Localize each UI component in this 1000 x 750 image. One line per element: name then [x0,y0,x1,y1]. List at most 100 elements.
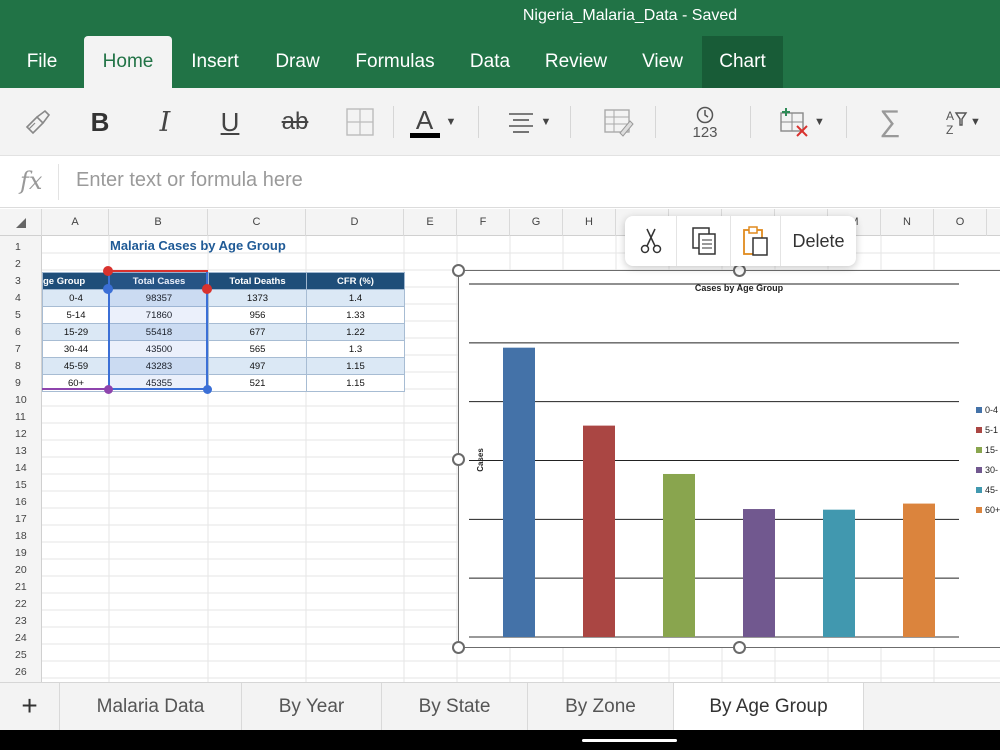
col-header[interactable]: B [109,209,208,236]
col-header[interactable]: A [42,209,109,236]
home-indicator[interactable] [582,739,677,742]
row-header[interactable]: 4 [0,290,41,307]
chart-resize-handle[interactable] [733,641,746,654]
chart-resize-handle[interactable] [452,264,465,277]
cell-total-cases[interactable]: 55418 [109,323,209,341]
sheet-tab-by-age-group[interactable]: By Age Group [674,683,864,730]
italic-icon[interactable]: I [145,102,185,142]
chart-resize-handle[interactable] [452,641,465,654]
sheet-tab-by-zone[interactable]: By Zone [528,683,674,730]
cell-cfr[interactable]: 1.15 [306,374,405,392]
cell-age-group[interactable]: 30-44 [42,340,110,358]
row-header[interactable]: 25 [0,647,41,664]
col-header[interactable]: G [510,209,563,236]
cell-total-deaths[interactable]: 956 [208,306,307,324]
bold-icon[interactable]: B [80,102,120,142]
header-total-cases[interactable]: Total Cases [109,272,209,290]
row-header[interactable]: 16 [0,494,41,511]
header-age-group[interactable]: ge Group [42,272,110,290]
row-header[interactable]: 12 [0,426,41,443]
cell-styles-icon[interactable] [598,102,638,142]
cell-cfr[interactable]: 1.3 [306,340,405,358]
copy-icon[interactable] [677,216,731,266]
chart-bar-30-44[interactable] [743,509,775,637]
sheet-tab-by-year[interactable]: By Year [242,683,382,730]
tab-formulas[interactable]: Formulas [345,36,445,88]
format-painter-icon[interactable] [18,102,58,142]
sort-filter-icon[interactable]: AZ ▼ [935,102,990,142]
cell-age-group[interactable]: 45-59 [42,357,110,375]
chart-bar-15-29[interactable] [663,473,695,637]
col-header[interactable]: E [404,209,457,236]
select-all-corner[interactable] [0,209,42,236]
strikethrough-icon[interactable]: ab [273,102,317,142]
cell-cfr[interactable]: 1.4 [306,289,405,307]
cell-total-cases[interactable]: 45355 [109,374,209,392]
delete-menu-item[interactable]: Delete [781,216,856,266]
scissors-icon[interactable] [625,216,677,266]
row-header[interactable]: 2 [0,256,41,273]
paste-icon[interactable] [731,216,781,266]
cell-total-cases[interactable]: 43283 [109,357,209,375]
tab-draw[interactable]: Draw [265,36,330,88]
col-header[interactable]: C [208,209,306,236]
row-header[interactable]: 18 [0,528,41,545]
cell-cfr[interactable]: 1.33 [306,306,405,324]
tab-review[interactable]: Review [535,36,617,88]
row-header[interactable]: 19 [0,545,41,562]
sheet-title[interactable]: Malaria Cases by Age Group [110,238,286,253]
tab-view[interactable]: View [630,36,695,88]
fx-icon[interactable]: fx [20,167,42,195]
number-format-icon[interactable]: 123 [680,102,730,142]
row-header[interactable]: 10 [0,392,41,409]
cell-total-deaths[interactable]: 497 [208,357,307,375]
tab-file[interactable]: File [12,36,72,88]
insert-delete-cells-icon[interactable]: ▼ [772,102,830,142]
underline-icon[interactable]: U [210,102,250,142]
col-header[interactable]: F [457,209,510,236]
row-header[interactable]: 6 [0,324,41,341]
chart-object[interactable]: Cases by Age Group Cases 0-4 5-1 15- 30- 45-… [458,270,1000,648]
tab-chart[interactable]: Chart [702,36,783,88]
cell-total-deaths[interactable]: 565 [208,340,307,358]
row-header[interactable]: 23 [0,613,41,630]
header-cfr[interactable]: CFR (%) [306,272,405,290]
row-header[interactable]: 17 [0,511,41,528]
row-header[interactable]: 3 [0,273,41,290]
row-header[interactable]: 13 [0,443,41,460]
row-header[interactable]: 26 [0,664,41,681]
tab-insert[interactable]: Insert [180,36,250,88]
cell-total-cases[interactable]: 71860 [109,306,209,324]
row-header[interactable]: 9 [0,375,41,392]
borders-icon[interactable] [340,102,380,142]
cell-total-cases[interactable]: 43500 [109,340,209,358]
selection-handle[interactable] [103,284,113,294]
col-header[interactable]: O [934,209,987,236]
row-header[interactable]: 15 [0,477,41,494]
col-header[interactable]: D [306,209,404,236]
row-header[interactable]: 21 [0,579,41,596]
chart-bar-60+[interactable] [903,503,935,637]
selection-handle[interactable] [202,284,212,294]
row-header[interactable]: 11 [0,409,41,426]
row-header[interactable]: 24 [0,630,41,647]
chart-bar-45-59[interactable] [823,509,855,637]
row-header[interactable]: 5 [0,307,41,324]
cell-age-group[interactable]: 0-4 [42,289,110,307]
chart-bar-5-14[interactable] [583,425,615,637]
cell-cfr[interactable]: 1.22 [306,323,405,341]
selection-handle[interactable] [104,385,113,394]
row-header[interactable]: 7 [0,341,41,358]
sheet-tab-by-state[interactable]: By State [382,683,528,730]
row-header[interactable]: 22 [0,596,41,613]
sheet-tab-malaria-data[interactable]: Malaria Data [60,683,242,730]
chart-bar-0-4[interactable] [503,347,535,637]
col-header[interactable]: H [563,209,616,236]
align-icon[interactable]: ▼ [500,102,556,142]
cell-total-deaths[interactable]: 1373 [208,289,307,307]
formula-input[interactable]: Enter text or formula here [76,169,303,192]
row-header[interactable]: 8 [0,358,41,375]
cell-cfr[interactable]: 1.15 [306,357,405,375]
tab-home[interactable]: Home [84,36,172,88]
chart-resize-handle[interactable] [452,453,465,466]
